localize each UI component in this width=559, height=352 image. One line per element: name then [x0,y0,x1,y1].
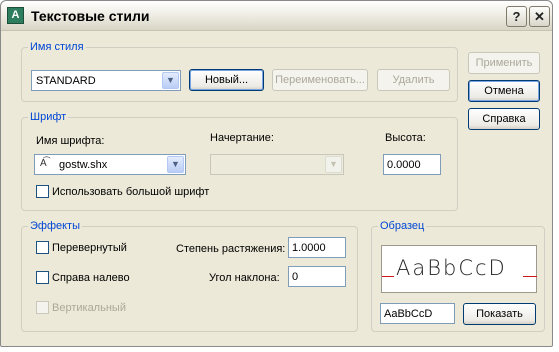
preview-baseline-left [382,276,394,277]
font-style-select[interactable]: ▼ [210,154,344,175]
shx-font-icon: A͡ [40,158,47,169]
chevron-down-icon[interactable]: ▼ [167,156,184,173]
vertical-label: Вертикальный [52,302,126,314]
rename-style-button[interactable]: Переименовать... [272,69,368,91]
font-group-label: Шрифт [28,111,69,123]
font-style-label: Начертание: [210,132,274,144]
title-bar[interactable]: A Текстовые стили ? ✕ [1,1,552,31]
width-factor-label: Степень растяжения: [176,243,286,255]
delete-style-button[interactable]: Удалить [377,69,450,91]
backwards-label: Справа налево [52,272,130,284]
style-name-group-label: Имя стиля [28,41,86,53]
font-name-select[interactable]: A͡ gostw.shx ▼ [34,154,186,175]
effects-group-label: Эффекты [28,220,83,232]
style-name-value: STANDARD [36,75,96,87]
height-input[interactable] [383,154,441,175]
app-icon: A [7,7,24,24]
backwards-checkbox[interactable] [36,271,49,284]
preview-text: AaBbCcD [396,256,507,280]
font-name-label: Имя шрифта: [36,135,105,147]
bigfont-label: Использовать большой шрифт [52,186,210,198]
width-factor-input[interactable] [288,237,346,258]
new-style-button[interactable]: Новый... [189,69,264,91]
preview-group-label: Образец [378,220,427,232]
text-styles-dialog: A Текстовые стили ? ✕ Имя стиля STANDARD… [0,0,553,347]
chevron-down-icon[interactable]: ▼ [162,72,179,89]
preview-sample-input[interactable] [380,303,455,324]
upside-down-label: Перевернутый [52,242,127,254]
help-button[interactable]: Справка [468,108,540,130]
chevron-down-icon[interactable]: ▼ [325,156,342,173]
style-name-select[interactable]: STANDARD ▼ [31,70,181,91]
oblique-input[interactable] [288,266,346,287]
upside-down-checkbox[interactable] [36,241,49,254]
bigfont-checkbox[interactable] [36,185,49,198]
close-icon[interactable]: ✕ [529,6,550,27]
dialog-title: Текстовые стили [31,8,150,24]
vertical-checkbox[interactable] [36,301,49,314]
preview-baseline-right [523,276,537,277]
cancel-button[interactable]: Отмена [468,80,540,102]
font-name-value: gostw.shx [59,159,108,171]
help-icon[interactable]: ? [506,6,527,27]
apply-button[interactable]: Применить [468,52,540,74]
preview-area: AaBbCcD [381,245,537,293]
show-preview-button[interactable]: Показать [463,303,536,325]
oblique-label: Угол наклона: [209,272,280,284]
height-label: Высота: [385,132,426,144]
